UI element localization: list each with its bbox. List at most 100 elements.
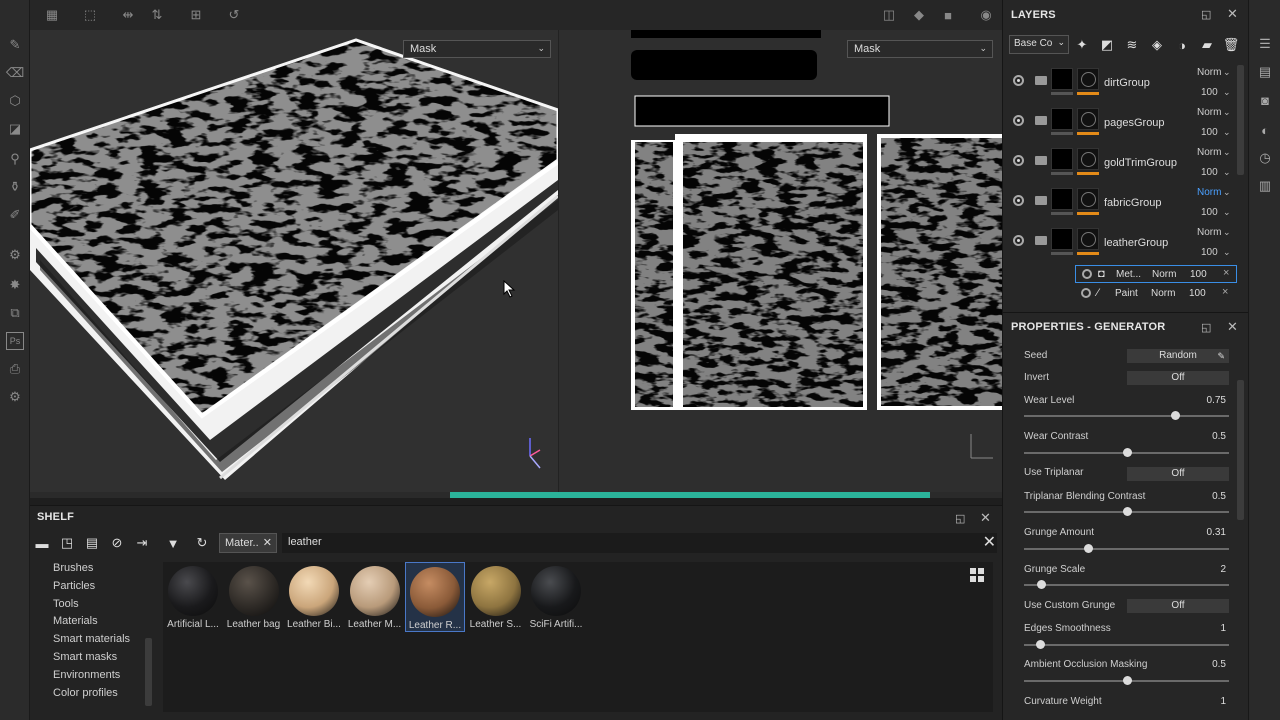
shelf-category-item[interactable]: Materials xyxy=(30,613,155,631)
add-folder-icon[interactable]: ▰ xyxy=(1198,36,1216,54)
settings-icon[interactable]: ⚙ xyxy=(6,388,24,406)
remove-sublayer-icon[interactable]: × xyxy=(1223,267,1229,279)
clone-stamp-icon[interactable]: ⚱ xyxy=(6,178,24,196)
close-icon[interactable]: ✕ xyxy=(1227,319,1238,335)
shelf-filter-tag[interactable]: Mater.. ✕ xyxy=(219,533,277,553)
layer-icon[interactable]: ⧉ xyxy=(6,304,24,322)
folder-icon[interactable]: ▬ xyxy=(33,534,51,552)
projection-icon[interactable]: ⬡ xyxy=(6,92,24,110)
wear-level-value[interactable]: 0.75 xyxy=(1207,395,1226,406)
layer-opacity[interactable]: 100 xyxy=(1201,247,1218,258)
shelf-category-item[interactable]: Particles xyxy=(30,578,155,596)
triplanar-toggle[interactable]: Off xyxy=(1127,467,1229,481)
mirror-x-icon[interactable]: ⇹ xyxy=(119,6,137,24)
split-view-icon[interactable]: ◫ xyxy=(880,6,898,24)
smudge-icon[interactable]: ⚲ xyxy=(6,150,24,168)
invert-toggle[interactable]: Off xyxy=(1127,371,1229,385)
shelf-category-item[interactable]: Brushes xyxy=(30,560,155,578)
ao-masking-slider[interactable] xyxy=(1024,676,1229,685)
wear-contrast-value[interactable]: 0.5 xyxy=(1212,431,1226,442)
grunge-amount-value[interactable]: 0.31 xyxy=(1207,527,1226,538)
triplanar-contrast-value[interactable]: 0.5 xyxy=(1212,491,1226,502)
add-fill-layer-icon[interactable]: ◈ xyxy=(1148,36,1166,54)
export-icon[interactable]: ⎙ xyxy=(6,360,24,378)
shelf-categories-scrollbar[interactable] xyxy=(145,638,152,706)
wear-level-slider[interactable] xyxy=(1024,411,1229,420)
layer-row[interactable]: pagesGroup Norm ⌄ 100 ⌄ xyxy=(1003,105,1239,145)
slider-knob[interactable] xyxy=(1123,507,1132,516)
shelf-category-item[interactable]: Color profiles xyxy=(30,685,155,703)
hide-icon[interactable]: ⊘ xyxy=(108,534,126,552)
selection-icon[interactable]: ⬚ xyxy=(81,6,99,24)
slider-knob[interactable] xyxy=(1084,544,1093,553)
visibility-eye-icon[interactable] xyxy=(1013,75,1024,86)
layer-row[interactable]: fabricGroup Norm ⌄ 100 ⌄ xyxy=(1003,185,1239,225)
triplanar-contrast-slider[interactable] xyxy=(1024,507,1229,516)
grid-icon[interactable]: ▦ xyxy=(43,6,61,24)
filter-icon[interactable]: ▼ xyxy=(164,534,182,552)
undock-icon[interactable]: ◱ xyxy=(1201,321,1211,334)
close-icon[interactable]: ✕ xyxy=(980,510,991,526)
properties-icon[interactable]: ◙ xyxy=(1257,92,1273,108)
edges-smoothness-value[interactable]: 1 xyxy=(1220,623,1226,634)
channel-select[interactable]: Base Co ⌄ xyxy=(1009,35,1069,54)
visibility-eye-icon[interactable] xyxy=(1013,195,1024,206)
visibility-eye-icon[interactable] xyxy=(1013,155,1024,166)
layers-scrollbar[interactable] xyxy=(1237,65,1244,175)
material-thumbnail[interactable]: Leather M... xyxy=(345,562,405,632)
mirror-y-icon[interactable]: ⇅ xyxy=(148,6,166,24)
refresh-icon[interactable]: ↻ xyxy=(193,534,211,552)
add-effect-icon[interactable]: ✦ xyxy=(1073,36,1091,54)
material-thumbnail[interactable]: Artificial L... xyxy=(163,562,223,632)
viewport-2d[interactable]: Mask ⌄ xyxy=(558,30,1002,492)
layer-blend-mode[interactable]: Norm xyxy=(1197,227,1221,238)
layer-opacity[interactable]: 100 xyxy=(1201,127,1218,138)
effects-icon[interactable]: ✸ xyxy=(6,276,24,294)
ao-masking-value[interactable]: 0.5 xyxy=(1212,659,1226,670)
material-thumbnail[interactable]: Leather Bi... xyxy=(284,562,344,632)
custom-grunge-toggle[interactable]: Off xyxy=(1127,599,1229,613)
layer-row[interactable]: leatherGroup Norm ⌄ 100 ⌄ xyxy=(1003,225,1239,265)
visibility-eye-icon[interactable] xyxy=(1013,115,1024,126)
wear-contrast-slider[interactable] xyxy=(1024,448,1229,457)
layers-panel-icon[interactable]: ☰ xyxy=(1257,36,1273,52)
material-thumbnail[interactable]: SciFi Artifi... xyxy=(526,562,586,632)
material-thumbnail[interactable]: Leather R... xyxy=(405,562,465,632)
camera-video-icon[interactable]: ■ xyxy=(939,6,957,24)
layer-row[interactable]: goldTrimGroup Norm ⌄ 100 ⌄ xyxy=(1003,145,1239,185)
sublayer-blend-mode[interactable]: Norm xyxy=(1151,288,1175,299)
layer-opacity[interactable]: 100 xyxy=(1201,167,1218,178)
grid-view-icon[interactable] xyxy=(970,568,984,582)
import-icon[interactable]: ⇥ xyxy=(133,534,151,552)
sublayer-row[interactable]: ◘ Met... Norm 100 × xyxy=(1075,265,1237,283)
curvature-value[interactable]: 1 xyxy=(1220,696,1226,707)
paint-brush-icon[interactable]: ✎ xyxy=(6,36,24,54)
undock-icon[interactable]: ◱ xyxy=(1201,8,1211,21)
shelf-category-item[interactable]: Smart materials xyxy=(30,631,155,649)
layer-blend-mode[interactable]: Norm xyxy=(1197,187,1221,198)
delete-icon[interactable]: 🗑 xyxy=(1222,36,1240,54)
eraser-icon[interactable]: ⌫ xyxy=(6,64,24,82)
viewport-3d[interactable]: Mask ⌄ xyxy=(30,30,558,492)
polygon-fill-icon[interactable]: ◪ xyxy=(6,120,24,138)
visibility-eye-icon[interactable] xyxy=(1013,235,1024,246)
history-icon[interactable]: ↺ xyxy=(225,6,243,24)
remove-sublayer-icon[interactable]: × xyxy=(1222,286,1228,298)
layer-opacity[interactable]: 100 xyxy=(1201,207,1218,218)
texture-set-icon[interactable]: ▤ xyxy=(1257,64,1273,80)
properties-scrollbar[interactable] xyxy=(1237,380,1244,520)
slider-knob[interactable] xyxy=(1037,580,1046,589)
undock-icon[interactable]: ◱ xyxy=(955,512,965,525)
layer-blend-mode[interactable]: Norm xyxy=(1197,147,1221,158)
remove-tag-icon[interactable]: ✕ xyxy=(263,536,272,549)
viewport-2d-channel-select[interactable]: Mask ⌄ xyxy=(847,40,993,58)
sublayer-opacity[interactable]: 100 xyxy=(1189,288,1206,299)
grunge-amount-slider[interactable] xyxy=(1024,544,1229,553)
screenshot-icon[interactable]: ◉ xyxy=(977,6,995,24)
material-thumbnail[interactable]: Leather bag xyxy=(224,562,284,632)
seed-button[interactable]: Random ✎ xyxy=(1127,349,1229,363)
slider-knob[interactable] xyxy=(1123,676,1132,685)
visibility-eye-icon[interactable] xyxy=(1082,269,1092,279)
add-icon[interactable]: ⊞ xyxy=(187,6,205,24)
sublayer-row[interactable]: ⁄ Paint Norm 100 × xyxy=(1075,285,1237,303)
